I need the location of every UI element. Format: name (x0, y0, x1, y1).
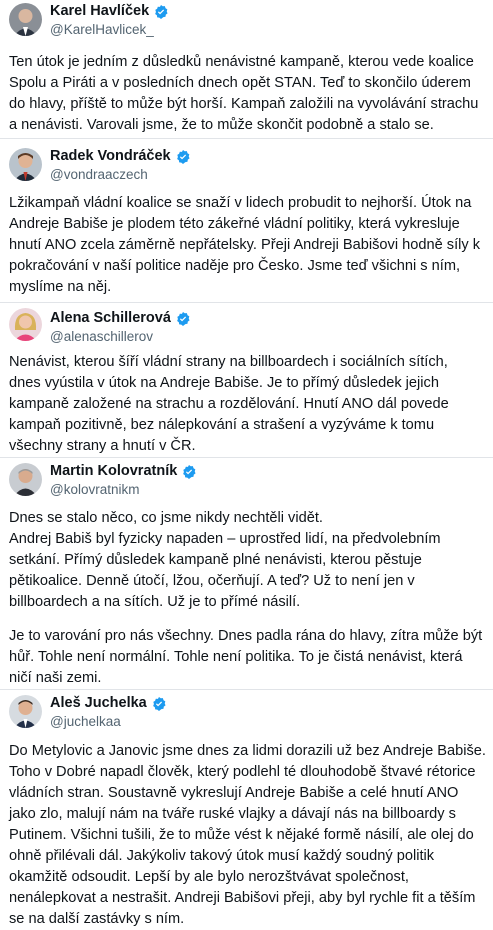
tweet-text: Ten útok je jedním z důsledků nenávistné… (9, 52, 487, 136)
tweet-radek-vondracek: Radek Vondráček @vondraaczech Lžikampaň … (0, 140, 493, 300)
text-line: setkání. Přímý důsledek kampaně plné nen… (9, 552, 422, 568)
paragraph: Dnes se stalo něco, co jsme nikdy nechtě… (9, 508, 487, 613)
text-line: Ten útok je jedním z důsledků nenávistné… (9, 54, 474, 70)
verified-badge-icon (183, 464, 196, 479)
author-handle[interactable]: @KarelHavlicek_ (50, 22, 154, 38)
divider (0, 302, 493, 303)
tweet-karel-havlicek: Karel Havlíček @KarelHavlicek_ Ten útok … (0, 0, 493, 137)
text-line: Nenávist, kterou šíří vládní strany na b… (9, 354, 448, 370)
author-name[interactable]: Aleš Juchelka (50, 695, 167, 712)
text-line: pokračování v naší politice naděje pro Č… (9, 258, 461, 274)
tweet-text: Do Metylovic a Janovic jsme dnes za lidm… (9, 741, 487, 930)
author-name[interactable]: Karel Havlíček (50, 3, 169, 20)
text-line: billboardech a na sítích. Už je to přímé… (9, 594, 301, 610)
text-line: kampaň pozitivně, bez nálepkování a stra… (9, 417, 435, 433)
verified-badge-icon (177, 311, 190, 326)
verified-badge-icon (155, 4, 168, 19)
text-line: hnutí ANO zcela záměrně nepřátelsky. Pře… (9, 237, 481, 253)
text-line: Andrej Babiš byl fyzicky napaden – upros… (9, 531, 441, 547)
tweet-ales-juchelka: Aleš Juchelka @juchelkaa Do Metylovic a … (0, 690, 493, 927)
text-line: Toho v Dobré napadl člověk, který podleh… (9, 764, 476, 780)
author-name[interactable]: Alena Schillerová (50, 310, 191, 327)
text-line: Do Metylovic a Janovic jsme dnes za lidm… (9, 743, 486, 759)
verified-badge-icon (152, 696, 166, 711)
text-line: okamžitě odsoudit. Lepší by ale bylo ner… (9, 869, 409, 885)
verified-badge-icon (176, 149, 190, 164)
text-line: myslíme na něj. (9, 279, 112, 295)
avatar[interactable] (9, 463, 42, 496)
author-name[interactable]: Martin Kolovratník (50, 463, 197, 480)
text-line: pětikoalice. Denně útočí, lžou, očerňují… (9, 573, 415, 589)
text-line: a nenávisti. Varovali jsme, že to může s… (9, 117, 434, 133)
text-line: kampaně založené na strachu a rozdělován… (9, 396, 449, 412)
author-handle[interactable]: @alenaschillerov (50, 329, 153, 345)
text-line: Spolu a Piráti a v posledních dnech opět… (9, 75, 471, 91)
tweet-text: Lžikampaň vládní koalice se snaží v lide… (9, 193, 487, 298)
author-handle[interactable]: @juchelkaa (50, 714, 121, 730)
text-line: Putinem. Všichni tušili, že to může vést… (9, 827, 474, 843)
avatar[interactable] (9, 3, 42, 36)
text-line: hůř. Tohle není normální. Tohle není pol… (9, 649, 463, 665)
tweet-text: Nenávist, kterou šíří vládní strany na b… (9, 352, 487, 457)
text-line: dnes vyústila v útok na Andreje Babiše. … (9, 375, 439, 391)
text-line: ničí naši zemi. (9, 670, 102, 686)
avatar[interactable] (9, 695, 42, 728)
text-line: Andreje Babiše je plodem této zákeřné vl… (9, 216, 460, 232)
text-line: ohně přilévali dál. Jakýkoliv takový úto… (9, 848, 435, 864)
text-line: Dnes se stalo něco, co jsme nikdy nechtě… (9, 510, 323, 526)
text-line: Je to varování pro nás všechny. Dnes pad… (9, 628, 483, 644)
tweet-text: Dnes se stalo něco, co jsme nikdy nechtě… (9, 508, 487, 689)
paragraph: Je to varování pro nás všechny. Dnes pad… (9, 626, 487, 689)
avatar[interactable] (9, 148, 42, 181)
text-line: nenálepkovat a nestrašit. Andreji Babišo… (9, 890, 476, 906)
text-line: všechny strany a hnutí v ČR. (9, 438, 196, 454)
author-name[interactable]: Radek Vondráček (50, 148, 191, 165)
avatar[interactable] (9, 308, 42, 341)
text-line: Lžikampaň vládní koalice se snaží v lide… (9, 195, 472, 211)
divider (0, 138, 493, 139)
tweet-martin-kolovratnik: Martin Kolovratník @kolovratnikm Dnes se… (0, 458, 493, 688)
text-line: do hlavy, příště to může být horší. Kamp… (9, 96, 479, 112)
author-handle[interactable]: @vondraaczech (50, 167, 148, 183)
author-handle[interactable]: @kolovratnikm (50, 482, 139, 498)
text-line: jako zlo, malují nám na tváře ruské vlaj… (9, 806, 456, 822)
tweet-alena-schillerova: Alena Schillerová @alenaschillerov Nenáv… (0, 304, 493, 456)
text-line: vládních stran. Soustavně vykreslují And… (9, 785, 459, 801)
text-line: se na další zastávky s ním. (9, 911, 185, 927)
